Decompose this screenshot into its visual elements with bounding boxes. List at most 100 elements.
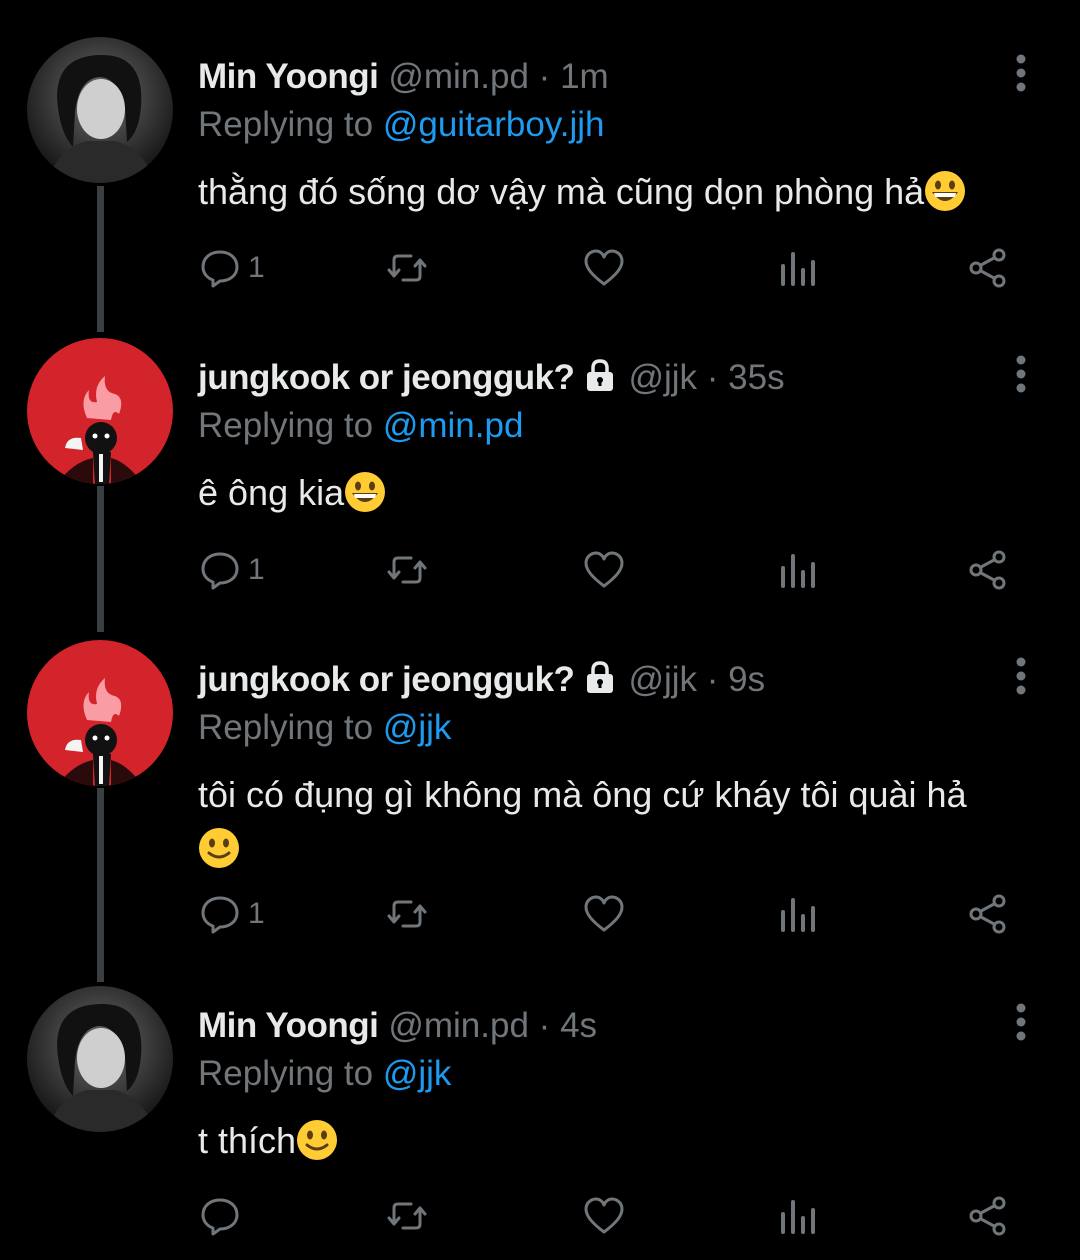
replying-to: Replying to @jjk bbox=[198, 704, 451, 752]
retweet-button[interactable] bbox=[385, 1186, 429, 1246]
more-icon[interactable] bbox=[1004, 656, 1038, 696]
like-button[interactable] bbox=[582, 238, 626, 298]
views-button[interactable] bbox=[775, 540, 819, 600]
views-icon bbox=[781, 1200, 815, 1234]
separator-dot: · bbox=[706, 660, 719, 699]
lock-icon bbox=[587, 359, 614, 391]
mention-link[interactable]: @min.pd bbox=[383, 406, 524, 445]
like-icon bbox=[584, 1197, 624, 1234]
yoongi-avatar-image bbox=[27, 986, 173, 1132]
like-button[interactable] bbox=[582, 540, 626, 600]
reply-count: 1 bbox=[248, 897, 265, 930]
avatar[interactable] bbox=[27, 640, 173, 786]
retweet-button[interactable] bbox=[385, 238, 429, 298]
avatar[interactable] bbox=[27, 986, 173, 1132]
share-icon bbox=[969, 248, 1006, 288]
replying-to: Replying to @jjk bbox=[198, 1050, 451, 1098]
tweet-text: tôi có đụng gì không mà ông cứ kháy tôi … bbox=[198, 768, 1028, 876]
grinning-face-icon bbox=[345, 472, 386, 512]
user-handle[interactable]: @min.pd bbox=[388, 57, 529, 96]
reply-icon bbox=[201, 1198, 239, 1236]
tweet-text-content: t thích bbox=[198, 1120, 297, 1161]
reply-thread: Min Yoongi @min.pd · 1m Replying to @guit… bbox=[0, 0, 1080, 1260]
retweet-icon bbox=[387, 1202, 427, 1230]
views-icon bbox=[781, 554, 815, 588]
tweet-text-content: ê ông kia bbox=[198, 472, 345, 513]
share-button[interactable] bbox=[966, 540, 1010, 600]
timestamp[interactable]: 35s bbox=[728, 358, 784, 397]
views-icon bbox=[781, 898, 815, 932]
replying-to: Replying to @guitarboy.jjh bbox=[198, 101, 605, 149]
views-icon bbox=[781, 252, 815, 286]
display-name[interactable]: jungkook or jeongguk? bbox=[198, 660, 575, 699]
views-button[interactable] bbox=[775, 1186, 819, 1246]
reply-button[interactable]: 1 bbox=[198, 238, 265, 298]
reply-icon bbox=[201, 250, 239, 288]
tweet-text: thằng đó sống dơ vậy mà cũng dọn phòng h… bbox=[198, 165, 1028, 219]
tweet-text-content: tôi có đụng gì không mà ông cứ kháy tôi … bbox=[198, 774, 967, 815]
separator-dot: · bbox=[538, 57, 551, 96]
user-handle[interactable]: @jjk bbox=[628, 358, 697, 397]
share-icon bbox=[969, 1196, 1006, 1236]
retweet-icon bbox=[387, 254, 427, 282]
retweet-icon bbox=[387, 556, 427, 584]
fire-character-avatar-image bbox=[27, 338, 173, 484]
reply-icon bbox=[201, 896, 239, 934]
replying-to-label: Replying to bbox=[198, 1054, 374, 1093]
more-icon[interactable] bbox=[1004, 1002, 1038, 1042]
tweet-actions: 1 bbox=[0, 540, 1080, 600]
mention-link[interactable]: @jjk bbox=[383, 708, 452, 747]
replying-to-label: Replying to bbox=[198, 708, 374, 747]
tweet-header: Min Yoongi @min.pd · 1m bbox=[198, 47, 609, 107]
reply-button[interactable]: 1 bbox=[198, 540, 265, 600]
slightly-smiling-face-icon bbox=[199, 828, 239, 868]
tweet-actions: 1 bbox=[0, 238, 1080, 298]
tweet-header: jungkook or jeongguk? @jjk · 35s bbox=[198, 348, 785, 408]
tweet-text: ê ông kia bbox=[198, 466, 1028, 520]
tweet-text-content: thằng đó sống dơ vậy mà cũng dọn phòng h… bbox=[198, 171, 925, 212]
share-button[interactable] bbox=[966, 1186, 1010, 1246]
share-icon bbox=[969, 550, 1006, 590]
display-name[interactable]: Min Yoongi bbox=[198, 57, 379, 96]
like-icon bbox=[584, 249, 624, 286]
like-button[interactable] bbox=[582, 884, 626, 944]
separator-dot: · bbox=[706, 358, 719, 397]
user-handle[interactable]: @min.pd bbox=[388, 1006, 529, 1045]
display-name[interactable]: Min Yoongi bbox=[198, 1006, 379, 1045]
views-button[interactable] bbox=[775, 884, 819, 944]
fire-character-avatar-image bbox=[27, 640, 173, 786]
slightly-smiling-face-icon bbox=[297, 1120, 338, 1160]
replying-to-label: Replying to bbox=[198, 406, 374, 445]
like-button[interactable] bbox=[582, 1186, 626, 1246]
replying-to-label: Replying to bbox=[198, 105, 374, 144]
timestamp[interactable]: 9s bbox=[728, 660, 765, 699]
avatar[interactable] bbox=[27, 338, 173, 484]
reply-button[interactable]: 1 bbox=[198, 884, 265, 944]
mention-link[interactable]: @guitarboy.jjh bbox=[383, 105, 605, 144]
like-icon bbox=[584, 895, 624, 932]
more-icon[interactable] bbox=[1004, 354, 1038, 394]
user-handle[interactable]: @jjk bbox=[628, 660, 697, 699]
yoongi-avatar-image bbox=[27, 37, 173, 183]
separator-dot: · bbox=[538, 1006, 551, 1045]
timestamp[interactable]: 4s bbox=[560, 1006, 597, 1045]
display-name[interactable]: jungkook or jeongguk? bbox=[198, 358, 575, 397]
tweet-header: jungkook or jeongguk? @jjk · 9s bbox=[198, 650, 765, 710]
lock-icon bbox=[587, 661, 614, 693]
avatar[interactable] bbox=[27, 37, 173, 183]
views-button[interactable] bbox=[775, 238, 819, 298]
tweet-actions: 1 bbox=[0, 884, 1080, 944]
timestamp[interactable]: 1m bbox=[560, 57, 609, 96]
replying-to: Replying to @min.pd bbox=[198, 402, 523, 450]
share-button[interactable] bbox=[966, 884, 1010, 944]
grinning-face-icon bbox=[925, 171, 966, 211]
share-button[interactable] bbox=[966, 238, 1010, 298]
retweet-icon bbox=[387, 900, 427, 928]
mention-link[interactable]: @jjk bbox=[383, 1054, 452, 1093]
reply-icon bbox=[201, 552, 239, 590]
retweet-button[interactable] bbox=[385, 540, 429, 600]
more-icon[interactable] bbox=[1004, 53, 1038, 93]
retweet-button[interactable] bbox=[385, 884, 429, 944]
like-icon bbox=[584, 551, 624, 588]
reply-button[interactable] bbox=[198, 1186, 248, 1246]
